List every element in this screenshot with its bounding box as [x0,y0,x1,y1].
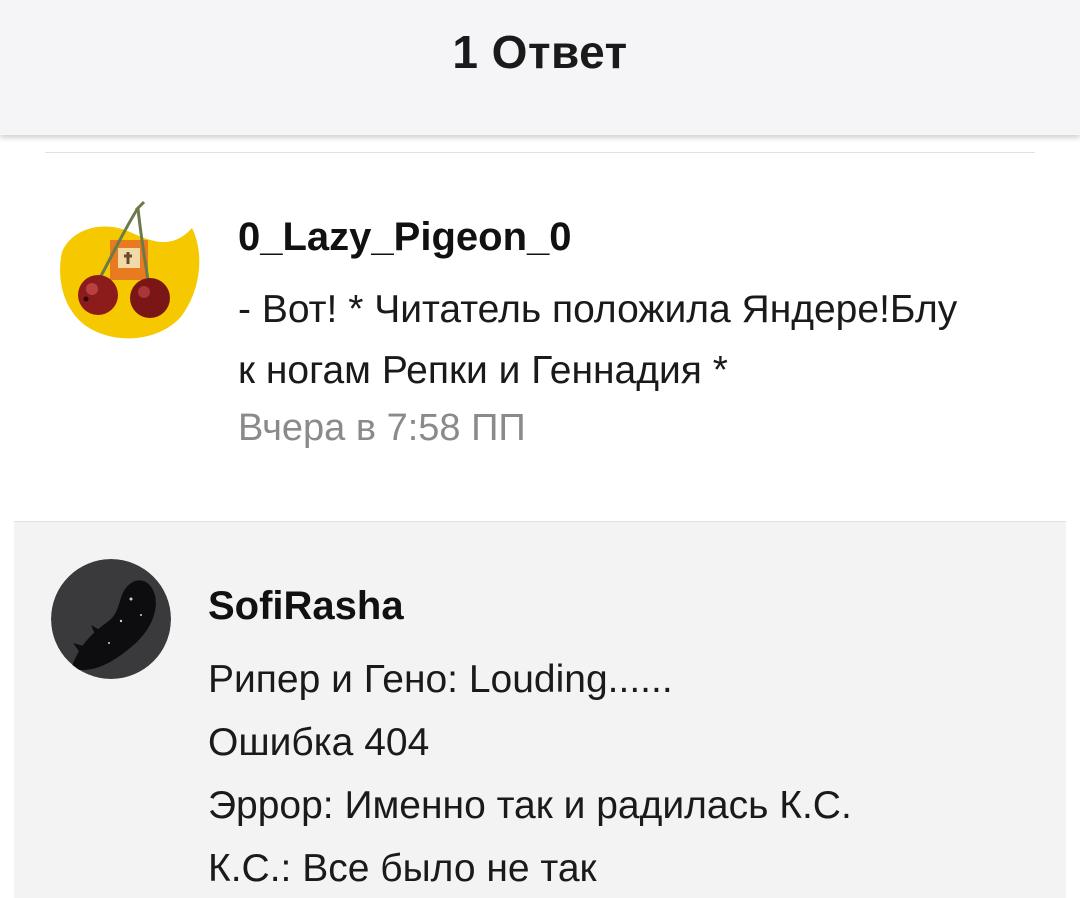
reply-text-line: Рипер и Гено: Louding...... [208,658,673,701]
dark-creature-icon [51,559,171,679]
avatar[interactable] [52,190,202,340]
replies-count-title: 1 Ответ [452,25,628,78]
cherries-icon [52,190,202,340]
reply-text-line: Эррор: Именно так и радилась К.С. [208,784,852,827]
comment-timestamp: Вчера в 7:58 ПП [238,407,526,449]
app-header: 1 Ответ [0,0,1080,135]
avatar[interactable] [51,559,171,679]
reply-author[interactable]: SofiRasha [208,584,404,629]
comment-text-line: - Вот! * Читатель положила Яндере!Блу [238,288,958,331]
comments-thread[interactable]: 0_Lazy_Pigeon_0 - Вот! * Читатель положи… [0,135,1080,898]
comment-author[interactable]: 0_Lazy_Pigeon_0 [238,215,572,260]
reply-text-line: Ошибка 404 [208,721,430,764]
reply-text-line: К.С.: Все было не так [208,847,597,890]
comment-item[interactable]: 0_Lazy_Pigeon_0 - Вот! * Читатель положи… [0,153,1080,521]
comment-text-line: к ногам Репки и Геннадия * [238,349,728,392]
reply-item[interactable]: SofiRasha Рипер и Гено: Louding...... Ош… [14,521,1066,898]
